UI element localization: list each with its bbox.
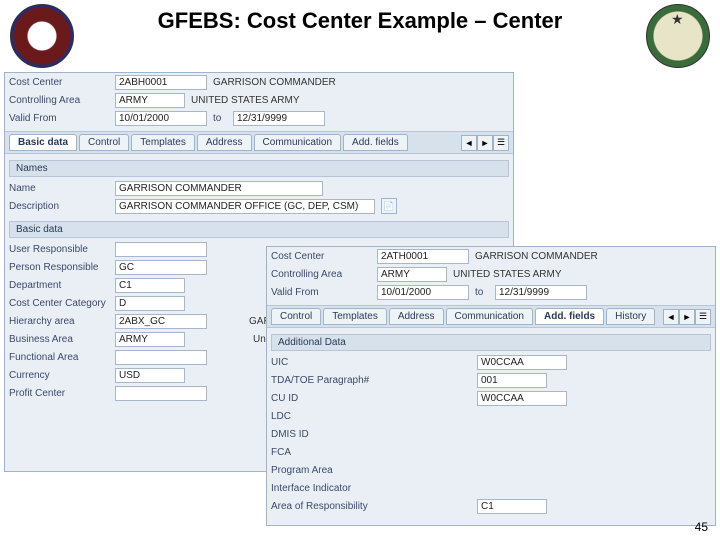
cu-id-label: CU ID — [271, 393, 377, 404]
tda-paragraph-input[interactable]: 001 — [477, 373, 547, 388]
tda-paragraph-label: TDA/TOE Paragraph# — [271, 375, 377, 386]
user-responsible-input[interactable] — [115, 242, 207, 257]
profit-center-input[interactable] — [115, 386, 207, 401]
tab-templates-b[interactable]: Templates — [323, 308, 387, 325]
army-seal-right-icon — [646, 4, 710, 68]
tab-address-b[interactable]: Address — [389, 308, 444, 325]
tab-scroll-left-icon[interactable]: ◄ — [461, 135, 477, 151]
tab-address[interactable]: Address — [197, 134, 252, 151]
person-responsible-input[interactable]: GC — [115, 260, 207, 275]
tab-scroll-right-icon-b[interactable]: ► — [679, 309, 695, 325]
name-input[interactable]: GARRISON COMMANDER — [115, 181, 323, 196]
valid-from-label-b: Valid From — [271, 287, 377, 298]
to-label-b: to — [475, 287, 495, 298]
dmis-id-label: DMIS ID — [271, 429, 377, 440]
interface-indicator-label: Interface Indicator — [271, 483, 377, 494]
tab-history-b[interactable]: History — [606, 308, 655, 325]
tab-scroll-left-icon-b[interactable]: ◄ — [663, 309, 679, 325]
valid-to-input-b[interactable]: 12/31/9999 — [495, 285, 587, 300]
functional-area-label: Functional Area — [9, 352, 115, 363]
cost-center-name-text: GARRISON COMMANDER — [213, 77, 336, 88]
currency-input[interactable]: USD — [115, 368, 185, 383]
tab-control-b[interactable]: Control — [271, 308, 321, 325]
controlling-area-text-b: UNITED STATES ARMY — [453, 269, 562, 280]
tab-communication[interactable]: Communication — [254, 134, 341, 151]
ldc-label: LDC — [271, 411, 377, 422]
controlling-area-input[interactable]: ARMY — [115, 93, 185, 108]
user-responsible-label: User Responsible — [9, 244, 115, 255]
hierarchy-area-input[interactable]: 2ABX_GC — [115, 314, 207, 329]
tab-list-icon[interactable]: ☰ — [493, 135, 509, 151]
cu-id-input[interactable]: W0CCAA — [477, 391, 567, 406]
cost-center-label: Cost Center — [9, 77, 115, 88]
hierarchy-area-label: Hierarchy area — [9, 316, 115, 327]
tab-basic-data[interactable]: Basic data — [9, 134, 77, 151]
tab-scroll-right-icon[interactable]: ► — [477, 135, 493, 151]
program-area-label: Program Area — [271, 465, 377, 476]
description-expand-icon[interactable]: 📄 — [381, 198, 397, 214]
controlling-area-input-b[interactable]: ARMY — [377, 267, 447, 282]
basic-data-group-header: Basic data — [9, 221, 509, 238]
profit-center-label: Profit Center — [9, 388, 115, 399]
cost-center-text-b: GARRISON COMMANDER — [475, 251, 598, 262]
tab-communication-b[interactable]: Communication — [446, 308, 533, 325]
tab-templates[interactable]: Templates — [131, 134, 195, 151]
additional-data-group-header: Additional Data — [271, 334, 711, 351]
tab-add-fields[interactable]: Add. fields — [343, 134, 408, 151]
slide-number: 45 — [695, 520, 708, 534]
functional-area-input[interactable] — [115, 350, 207, 365]
cost-center-input[interactable]: 2ABH0001 — [115, 75, 207, 90]
tabs-bar-a: Basic data Control Templates Address Com… — [5, 131, 513, 154]
cost-center-input-b[interactable]: 2ATH0001 — [377, 249, 469, 264]
business-area-input[interactable]: ARMY — [115, 332, 185, 347]
controlling-area-label: Controlling Area — [9, 95, 115, 106]
department-input[interactable]: C1 — [115, 278, 185, 293]
valid-from-input[interactable]: 10/01/2000 — [115, 111, 207, 126]
uic-input[interactable]: W0CCAA — [477, 355, 567, 370]
fca-label: FCA — [271, 447, 377, 458]
tab-control[interactable]: Control — [79, 134, 129, 151]
description-input[interactable]: GARRISON COMMANDER OFFICE (GC, DEP, CSM) — [115, 199, 375, 214]
controlling-area-text: UNITED STATES ARMY — [191, 95, 300, 106]
to-label: to — [213, 113, 233, 124]
controlling-area-label-b: Controlling Area — [271, 269, 377, 280]
uic-label: UIC — [271, 357, 377, 368]
cost-center-category-input[interactable]: D — [115, 296, 185, 311]
tab-add-fields-b[interactable]: Add. fields — [535, 308, 604, 325]
tabs-bar-b: Control Templates Address Communication … — [267, 305, 715, 328]
valid-from-input-b[interactable]: 10/01/2000 — [377, 285, 469, 300]
cost-center-panel-add-fields: Cost Center 2ATH0001 GARRISON COMMANDER … — [266, 246, 716, 526]
department-label: Department — [9, 280, 115, 291]
tab-list-icon-b[interactable]: ☰ — [695, 309, 711, 325]
names-group-header: Names — [9, 160, 509, 177]
description-label: Description — [9, 201, 115, 212]
person-responsible-label: Person Responsible — [9, 262, 115, 273]
name-label: Name — [9, 183, 115, 194]
cost-center-category-label: Cost Center Category — [9, 298, 115, 309]
slide-title: GFEBS: Cost Center Example – Center — [90, 8, 630, 33]
valid-to-input[interactable]: 12/31/9999 — [233, 111, 325, 126]
area-of-responsibility-label: Area of Responsibility — [271, 501, 377, 512]
area-of-responsibility-input[interactable]: C1 — [477, 499, 547, 514]
cost-center-label-b: Cost Center — [271, 251, 377, 262]
army-seal-left-icon — [10, 4, 74, 68]
currency-label: Currency — [9, 370, 115, 381]
business-area-label: Business Area — [9, 334, 115, 345]
valid-from-label: Valid From — [9, 113, 115, 124]
